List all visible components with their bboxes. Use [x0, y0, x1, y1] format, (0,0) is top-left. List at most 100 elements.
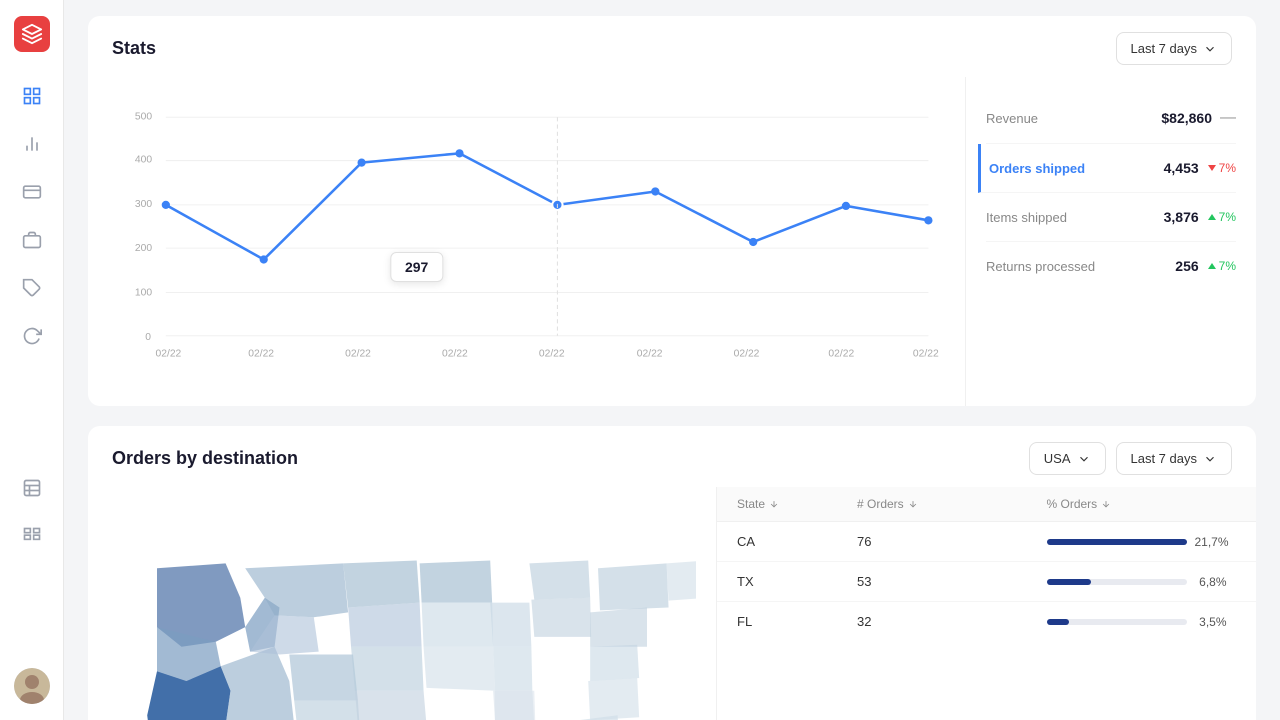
stats-card: Stats Last 7 days 500 400 300 200 100 0 [88, 16, 1256, 406]
bar-fill-ca [1047, 539, 1187, 545]
pa-state [590, 607, 647, 646]
x-label-5: 02/22 [539, 348, 565, 359]
user-avatar[interactable] [14, 668, 50, 704]
metric-returns[interactable]: Returns processed 256 7% [986, 242, 1236, 290]
chevron-down-icon-2 [1077, 452, 1091, 466]
ne-state [351, 647, 424, 691]
mn-state [420, 560, 493, 602]
x-label-4: 02/22 [442, 348, 468, 359]
metric-orders-shipped-value: 4,453 [1164, 160, 1199, 176]
x-label-3: 02/22 [345, 348, 371, 359]
chart-point [162, 201, 170, 209]
nd-state [343, 560, 419, 607]
nv-state [221, 647, 295, 720]
orders-destination-card: Orders by destination USA Last 7 days [88, 426, 1256, 720]
usa-map [108, 507, 696, 720]
pct-fl: 3,5% [1195, 615, 1227, 629]
ne-states [667, 560, 696, 600]
tags-icon [22, 278, 42, 298]
chart-tooltip: 297 [390, 252, 443, 282]
sidebar-item-inventory[interactable] [12, 220, 52, 260]
avatar-image [14, 668, 50, 704]
bar-fl: 3,5% [1047, 615, 1237, 629]
orders-fl: 32 [857, 614, 1047, 629]
ks-state [355, 691, 427, 720]
x-label-8: 02/22 [828, 348, 854, 359]
metric-returns-value: 256 [1175, 258, 1198, 274]
metric-items-shipped[interactable]: Items shipped 3,876 7% [986, 193, 1236, 242]
sort-icon-orders[interactable] [908, 499, 918, 509]
chart-point [749, 238, 757, 246]
sidebar-item-analytics[interactable] [12, 124, 52, 164]
col-orders: # Orders [857, 497, 1047, 511]
metrics-panel: Revenue $82,860 — Orders shipped 4,453 7… [966, 77, 1256, 406]
chart-point [651, 187, 659, 195]
metric-orders-shipped-right: 4,453 7% [1164, 160, 1236, 176]
table-header: State # Orders % Orders [717, 487, 1256, 522]
bar-ca: 21,7% [1047, 535, 1237, 549]
metric-items-shipped-value: 3,876 [1164, 209, 1199, 225]
sidebar-item-refresh[interactable] [12, 316, 52, 356]
sort-icon-state[interactable] [769, 499, 779, 509]
line-chart: 500 400 300 200 100 0 [104, 93, 949, 393]
x-label-9: 02/22 [913, 348, 939, 359]
date-filter-destination[interactable]: Last 7 days [1116, 442, 1233, 475]
sidebar-item-grid[interactable] [12, 516, 52, 556]
metric-revenue-right: $82,860 — [1161, 109, 1236, 127]
metric-orders-shipped[interactable]: Orders shipped 4,453 7% [978, 144, 1236, 193]
orders-destination-title: Orders by destination [112, 448, 298, 469]
state-tx: TX [737, 574, 857, 589]
co-state [289, 655, 358, 701]
state-fl: FL [737, 614, 857, 629]
sort-icon-pct[interactable] [1101, 499, 1111, 509]
metric-items-shipped-right: 3,876 7% [1164, 209, 1236, 225]
stats-title: Stats [112, 38, 156, 59]
y-label-200: 200 [135, 243, 152, 254]
bar-bg-ca [1047, 539, 1187, 545]
metric-returns-label: Returns processed [986, 259, 1095, 274]
chart-point [358, 159, 366, 167]
metric-orders-shipped-change: 7% [1207, 161, 1236, 175]
mo-state [424, 647, 496, 691]
va-state [590, 645, 639, 681]
sidebar-item-tags[interactable] [12, 268, 52, 308]
grid-icon [22, 526, 42, 546]
wi-state [490, 603, 531, 647]
col-pct: % Orders [1047, 497, 1237, 511]
panels-icon [22, 478, 42, 498]
refresh-icon [22, 326, 42, 346]
chevron-down-icon [1203, 42, 1217, 56]
stats-body: 500 400 300 200 100 0 [88, 77, 1256, 406]
x-label-7: 02/22 [734, 348, 760, 359]
app-logo[interactable] [14, 16, 50, 52]
metric-returns-right: 256 7% [1175, 258, 1236, 274]
state-ca: CA [737, 534, 857, 549]
chart-line [166, 153, 929, 259]
il-state [493, 647, 532, 691]
pct-tx: 6,8% [1195, 575, 1227, 589]
chart-area: 500 400 300 200 100 0 [88, 77, 966, 406]
stats-header: Stats Last 7 days [88, 16, 1256, 77]
metric-items-shipped-change: 7% [1207, 210, 1236, 224]
chart-point [260, 255, 268, 263]
chart-point [842, 202, 850, 210]
sidebar-item-panels[interactable] [12, 468, 52, 508]
orders-destination-body: California - 1199 Entries State # Orders… [88, 487, 1256, 720]
table-row-tx: TX 53 6,8% [717, 562, 1256, 602]
sidebar-item-dashboard[interactable] [12, 76, 52, 116]
stats-date-filter[interactable]: Last 7 days [1116, 32, 1233, 65]
billing-icon [22, 182, 42, 202]
orders-table-area: State # Orders % Orders CA 76 [716, 487, 1256, 720]
sidebar-item-billing[interactable] [12, 172, 52, 212]
orders-filters: USA Last 7 days [1029, 442, 1232, 475]
arrow-up-icon-2 [1207, 261, 1217, 271]
metric-revenue[interactable]: Revenue $82,860 — [986, 93, 1236, 144]
country-filter[interactable]: USA [1029, 442, 1106, 475]
x-label-2: 02/22 [248, 348, 274, 359]
x-label-1: 02/22 [156, 348, 182, 359]
sd-state [348, 603, 422, 647]
bar-fill-fl [1047, 619, 1069, 625]
table-row-ca: CA 76 21,7% [717, 522, 1256, 562]
chart-point [924, 216, 932, 224]
metric-revenue-label: Revenue [986, 111, 1038, 126]
